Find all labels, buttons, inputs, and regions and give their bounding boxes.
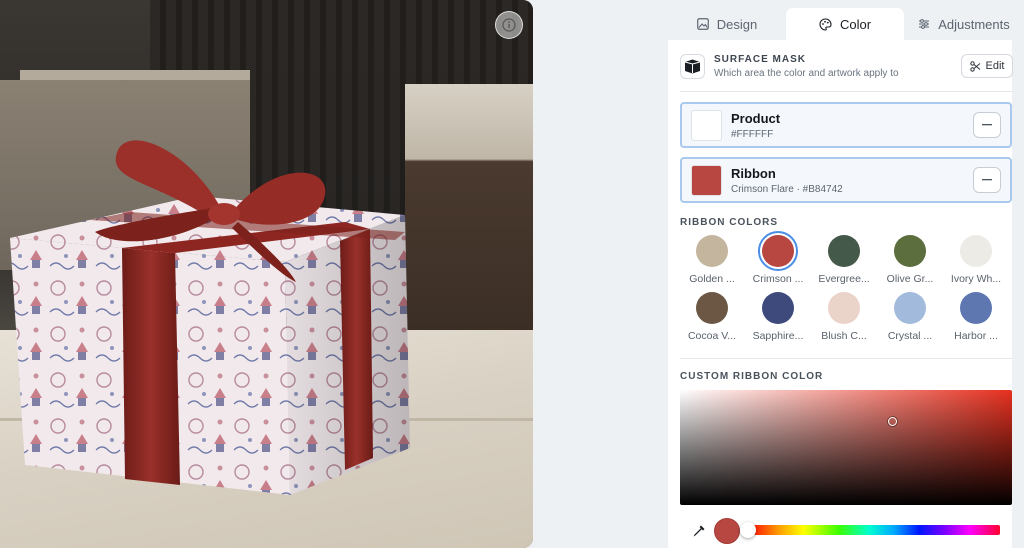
ribbon-swatch[interactable]: Blush C... [810, 290, 876, 346]
remove-product-button[interactable] [973, 112, 1001, 138]
hue-slider-handle[interactable] [740, 522, 756, 538]
customization-panel: Design Color Adjustments SURFACE MASK Wh… [668, 0, 1024, 548]
region-product-value: #FFFFFF [731, 129, 774, 140]
tab-bar: Design Color Adjustments [668, 8, 1024, 42]
swatch-label: Crystal ... [887, 330, 933, 342]
surface-mask-title: SURFACE MASK [714, 54, 807, 65]
tab-color[interactable]: Color [786, 8, 904, 40]
ribbon-swatch[interactable]: Crimson ... [744, 231, 810, 289]
current-color-swatch [714, 518, 740, 544]
custom-color-controls [680, 518, 1012, 548]
swatch-label: Blush C... [821, 330, 867, 342]
swatch-label: Crimson ... [752, 273, 804, 285]
swatch-dot [762, 235, 794, 267]
image-icon [696, 18, 709, 30]
tab-color-label: Color [839, 16, 872, 32]
swatch-label: Golden ... [689, 273, 735, 285]
edit-mask-button[interactable]: Edit [961, 54, 1013, 78]
region-ribbon[interactable]: Ribbon Crimson Flare · #B84742 [680, 157, 1012, 203]
minus-icon [982, 124, 992, 126]
swatch-dot [696, 292, 728, 324]
region-ribbon-value: Crimson Flare · #B84742 [731, 184, 843, 195]
box-mask-icon [680, 54, 705, 79]
hue-slider[interactable] [748, 525, 1000, 535]
ribbon-swatch[interactable]: Evergree... [810, 233, 876, 289]
ribbon-swatch[interactable]: Olive Gr... [876, 233, 942, 289]
region-product-swatch [691, 110, 722, 141]
swatch-dot [960, 292, 992, 324]
region-product-name: Product [731, 111, 781, 126]
remove-ribbon-button[interactable] [973, 167, 1001, 193]
ribbon-colors-title: RIBBON COLORS [680, 217, 778, 228]
swatch-dot [828, 292, 860, 324]
ribbon-swatch[interactable]: Sapphire... [744, 290, 810, 346]
region-ribbon-swatch [691, 165, 722, 196]
swatch-dot [894, 292, 926, 324]
info-button[interactable] [495, 11, 523, 39]
tab-adjustments[interactable]: Adjustments [904, 8, 1024, 40]
region-product[interactable]: Product #FFFFFF [680, 102, 1012, 148]
palette-icon [819, 17, 832, 31]
sliders-icon [919, 19, 930, 29]
region-ribbon-name: Ribbon [731, 166, 776, 181]
tab-design[interactable]: Design [668, 8, 786, 40]
color-tab-content: SURFACE MASK Which area the color and ar… [668, 40, 1013, 548]
saturation-picker[interactable] [680, 390, 1012, 505]
swatch-label: Evergree... [818, 273, 870, 285]
swatch-label: Harbor ... [954, 330, 998, 342]
swatch-dot [894, 235, 926, 267]
swatch-dot [960, 235, 992, 267]
tab-adjustments-label: Adjustments [938, 16, 1010, 32]
swatch-label: Olive Gr... [886, 273, 934, 285]
custom-color-title: CUSTOM RIBBON COLOR [680, 371, 824, 382]
surface-mask-row: SURFACE MASK Which area the color and ar… [680, 53, 1013, 83]
swatch-dot [696, 235, 728, 267]
divider [680, 358, 1012, 359]
swatch-label: Cocoa V... [687, 330, 737, 342]
swatch-dot [828, 235, 860, 267]
saturation-picker-handle[interactable] [888, 417, 897, 426]
surface-mask-subtitle: Which area the color and artwork apply t… [714, 68, 899, 79]
swatch-label: Ivory Wh... [950, 273, 1002, 285]
minus-icon [982, 179, 992, 181]
product-preview[interactable] [0, 0, 533, 548]
divider [680, 91, 1012, 92]
gift-box-image [10, 140, 410, 495]
ribbon-swatch[interactable]: Cocoa V... [678, 290, 744, 346]
swatch-dot [762, 292, 794, 324]
swatch-label: Sapphire... [752, 330, 804, 342]
scissors-icon [969, 60, 980, 72]
tab-design-label: Design [716, 16, 758, 32]
eyedropper-icon[interactable] [692, 524, 706, 538]
ribbon-swatch[interactable]: Harbor ... [942, 290, 1008, 346]
ribbon-swatch[interactable]: Ivory Wh... [942, 233, 1008, 289]
ribbon-swatch[interactable]: Golden ... [678, 233, 744, 289]
info-icon [502, 18, 516, 32]
edit-mask-label: Edit [985, 60, 1005, 72]
ribbon-swatch[interactable]: Crystal ... [876, 290, 942, 346]
app-window: Design Color Adjustments SURFACE MASK Wh… [0, 0, 1024, 548]
